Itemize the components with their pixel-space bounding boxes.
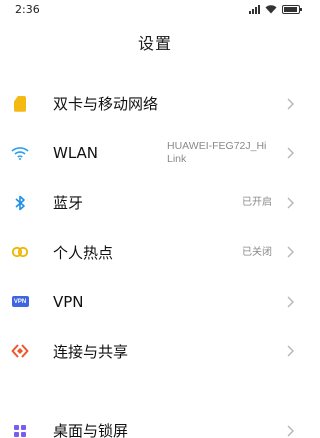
vpn-icon: VPN xyxy=(11,293,29,311)
chevron-right-icon xyxy=(287,345,294,357)
settings-list: 双卡与移动网络 WLAN HUAWEI-FEG72J_HiLink 蓝牙 已开启 xyxy=(0,79,310,438)
sim-card-icon xyxy=(11,95,29,113)
settings-row-vpn[interactable]: VPN VPN xyxy=(0,277,310,327)
chevron-right-icon xyxy=(287,246,294,258)
desktop-icon xyxy=(11,422,29,438)
cellular-signal-icon xyxy=(249,4,260,14)
chevron-right-icon xyxy=(287,98,294,110)
wifi-icon xyxy=(11,144,29,162)
hotspot-status: 已关闭 xyxy=(242,246,272,258)
status-bar: 2:36 xyxy=(0,0,310,18)
chevron-right-icon xyxy=(287,147,294,159)
status-time: 2:36 xyxy=(15,2,40,16)
battery-icon xyxy=(282,4,302,14)
section-divider xyxy=(0,376,310,406)
settings-row-dual-sim[interactable]: 双卡与移动网络 xyxy=(0,79,310,129)
page-title: 设置 xyxy=(137,34,172,53)
row-label: 连接与共享 xyxy=(53,342,129,361)
chevron-right-icon xyxy=(287,197,294,209)
status-icons xyxy=(249,4,302,14)
row-label: 蓝牙 xyxy=(53,194,84,213)
wifi-status-icon xyxy=(265,4,277,13)
chevron-right-icon xyxy=(287,425,294,437)
settings-row-connection-sharing[interactable]: 连接与共享 xyxy=(0,327,310,377)
hotspot-icon xyxy=(11,243,29,261)
row-label: WLAN xyxy=(53,144,99,163)
row-label: VPN xyxy=(53,292,84,311)
settings-row-bluetooth[interactable]: 蓝牙 已开启 xyxy=(0,178,310,228)
chevron-right-icon xyxy=(287,296,294,308)
share-icon xyxy=(11,342,29,360)
bluetooth-icon xyxy=(11,194,29,212)
bluetooth-status: 已开启 xyxy=(242,197,272,209)
row-label: 桌面与锁屏 xyxy=(53,422,129,438)
settings-row-desktop-lockscreen[interactable]: 桌面与锁屏 xyxy=(0,406,310,438)
row-label: 个人热点 xyxy=(53,243,114,262)
settings-row-wlan[interactable]: WLAN HUAWEI-FEG72J_HiLink xyxy=(0,129,310,179)
row-label: 双卡与移动网络 xyxy=(53,95,159,114)
wlan-network-name: HUAWEI-FEG72J_HiLink xyxy=(167,140,267,166)
settings-row-hotspot[interactable]: 个人热点 已关闭 xyxy=(0,228,310,278)
